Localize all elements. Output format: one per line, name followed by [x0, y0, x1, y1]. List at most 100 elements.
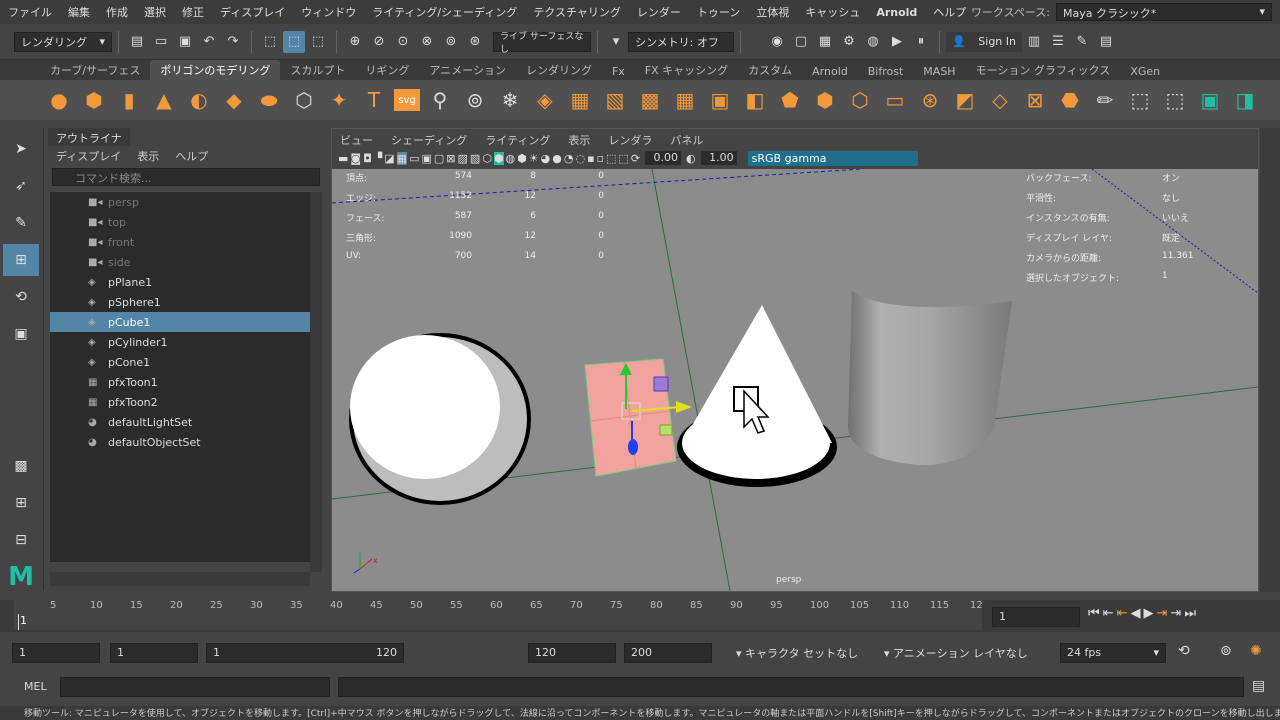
- color-management-dropdown[interactable]: sRGB gamma: [747, 150, 918, 166]
- outliner-item-pplane1[interactable]: ◈ pPlane1: [50, 272, 310, 292]
- sculpt-icon[interactable]: ⚲: [425, 85, 455, 115]
- multi-cut-icon[interactable]: ✏: [1090, 85, 1120, 115]
- poly-sphere-icon[interactable]: ●: [44, 85, 74, 115]
- outliner-vertical-scrollbar[interactable]: [310, 192, 322, 572]
- outliner-item-pcube1[interactable]: ◈ pCube1: [50, 312, 310, 332]
- mirror-icon[interactable]: ◧: [740, 85, 770, 115]
- bridge-icon[interactable]: ⬢: [810, 85, 840, 115]
- snowflake-icon[interactable]: ❄: [495, 85, 525, 115]
- tab-motion-graphics[interactable]: モーション グラフィックス: [966, 60, 1121, 80]
- grid-icon[interactable]: ▦: [396, 151, 408, 165]
- hypershade-icon[interactable]: ◍: [862, 31, 884, 53]
- tab-poly-modeling[interactable]: ポリゴンのモデリング: [150, 60, 281, 80]
- bevel-icon[interactable]: ⬡: [845, 85, 875, 115]
- exposure-icon[interactable]: ⟳: [631, 152, 640, 165]
- tab-rendering[interactable]: レンダリング: [516, 60, 602, 80]
- extrude-icon[interactable]: ⬟: [775, 85, 805, 115]
- textured-icon[interactable]: ⬢: [517, 152, 527, 165]
- antialias-icon[interactable]: ◌: [575, 152, 585, 165]
- step-forward-key-icon[interactable]: ⇥: [1170, 606, 1181, 621]
- menu-set-dropdown[interactable]: レンダリング ▾: [14, 31, 112, 52]
- outliner-item-defaultlightset[interactable]: ◕ defaultLightSet: [50, 412, 310, 432]
- edge-loop-icon[interactable]: ⬚: [1125, 85, 1155, 115]
- svg-icon[interactable]: svg: [394, 89, 420, 111]
- poly-torus-icon[interactable]: ◐: [184, 85, 214, 115]
- select-hierarchy-icon[interactable]: ⬚: [259, 31, 281, 53]
- outliner-horizontal-scrollbar[interactable]: [50, 572, 310, 586]
- paint-select-icon[interactable]: ✎: [3, 207, 39, 239]
- outliner-item-pcone1[interactable]: ◈ pCone1: [50, 352, 310, 372]
- outliner-item-side[interactable]: ■◂ side: [50, 252, 310, 272]
- arnold-render-icon[interactable]: ▶: [886, 31, 908, 53]
- viewport-3d[interactable]: x 頂点: 574 8 0 エッジ: 1152 12 0 フェース: 587 6…: [332, 169, 1258, 591]
- scale-tool-icon[interactable]: ▣: [3, 318, 39, 350]
- tab-custom[interactable]: カスタム: [738, 60, 802, 80]
- snap-live-icon[interactable]: ⊚: [440, 31, 462, 53]
- anim-prefs-icon[interactable]: ✺: [1250, 643, 1262, 659]
- outliner-menu-help[interactable]: ヘルプ: [175, 148, 208, 164]
- sign-in-button[interactable]: 👤 Sign In: [946, 31, 1022, 52]
- poly-plane-icon[interactable]: ◆: [219, 85, 249, 115]
- platonic-solid-icon[interactable]: ⬡: [289, 85, 319, 115]
- snap-point-icon[interactable]: ⊙: [392, 31, 414, 53]
- step-back-key-icon[interactable]: ⇤: [1103, 606, 1114, 621]
- layer-editor-icon[interactable]: ▤: [1095, 31, 1117, 53]
- outliner-item-persp[interactable]: ■◂ persp: [50, 192, 310, 212]
- outliner-item-pcylinder1[interactable]: ◈ pCylinder1: [50, 332, 310, 352]
- range-slider[interactable]: 1 120: [206, 643, 404, 663]
- right-side-tabs[interactable]: [1260, 128, 1280, 592]
- outliner-item-top[interactable]: ■◂ top: [50, 212, 310, 232]
- tab-curves-surfaces[interactable]: カーブ/サーフェス: [40, 60, 150, 80]
- smooth-icon[interactable]: ▦: [670, 85, 700, 115]
- single-perspective-icon[interactable]: ▩: [3, 450, 39, 482]
- duplicate-face-icon[interactable]: ⬣: [1055, 85, 1085, 115]
- loop-icon[interactable]: ⟲: [1178, 643, 1190, 659]
- safe-action-icon[interactable]: ▨: [458, 152, 468, 165]
- menu-select[interactable]: 選択: [136, 4, 174, 20]
- outliner-menu-show[interactable]: 表示: [137, 148, 159, 164]
- extract-icon[interactable]: ▧: [600, 85, 630, 115]
- attribute-editor-icon[interactable]: ☰: [1047, 31, 1069, 53]
- cmd-lang-label[interactable]: MEL: [24, 680, 47, 693]
- viewport-menu-lighting[interactable]: ライティング: [485, 132, 550, 147]
- tab-sculpting[interactable]: スカルプト: [280, 60, 355, 80]
- average-icon[interactable]: ▣: [705, 85, 735, 115]
- anim-start-field[interactable]: 1: [12, 643, 100, 663]
- menu-render[interactable]: レンダー: [629, 4, 689, 20]
- xray-icon[interactable]: ▫: [597, 152, 604, 165]
- tab-xgen[interactable]: XGen: [1120, 63, 1170, 80]
- viewport-menu-shading[interactable]: シェーディング: [391, 132, 467, 147]
- tab-animation[interactable]: アニメーション: [419, 60, 516, 80]
- time-ruler[interactable]: 1 5 10 15 20 25 30 35 40 45 50 55 60 65 …: [14, 600, 983, 630]
- lasso-tool-icon[interactable]: ➶: [3, 170, 39, 202]
- uv-layout-icon[interactable]: ◨: [1230, 85, 1260, 115]
- menu-window[interactable]: ウィンドウ: [293, 4, 364, 20]
- poly-disc-icon[interactable]: ⬬: [254, 85, 284, 115]
- boolean-icon[interactable]: ▩: [635, 85, 665, 115]
- bookmark2-icon[interactable]: ▝: [374, 152, 382, 165]
- redo-icon[interactable]: ↷: [222, 31, 244, 53]
- outliner-item-pfxtoon2[interactable]: ▦ pfxToon2: [50, 392, 310, 412]
- menu-cache[interactable]: キャッシュ: [797, 4, 868, 20]
- xray-joints-icon[interactable]: ⬚: [618, 152, 628, 165]
- poke-icon[interactable]: ⊠: [1020, 85, 1050, 115]
- outliner-menu-display[interactable]: ディスプレイ: [56, 148, 121, 164]
- poly-cylinder-icon[interactable]: ▮: [114, 85, 144, 115]
- play-backward-icon[interactable]: ◀: [1131, 606, 1141, 621]
- outliner-search-input[interactable]: コマンド検索...: [52, 168, 320, 186]
- menu-modify[interactable]: 修正: [174, 4, 212, 20]
- snap-grid-icon[interactable]: ⊕: [344, 31, 366, 53]
- type-icon[interactable]: T: [359, 85, 389, 115]
- select-object-icon[interactable]: ⬚: [283, 30, 305, 53]
- tab-fx-caching[interactable]: FX キャッシング: [635, 60, 738, 80]
- script-editor-icon[interactable]: ▤: [1252, 678, 1265, 694]
- film-gate-icon[interactable]: ▭: [409, 152, 419, 165]
- shadows-icon[interactable]: ◕: [541, 152, 551, 165]
- smooth-shade-icon[interactable]: ⬢: [493, 151, 504, 165]
- menu-create[interactable]: 作成: [98, 4, 136, 20]
- tab-fx[interactable]: Fx: [602, 63, 635, 80]
- live-surface-field[interactable]: ライブ サーフェスなし: [493, 31, 591, 55]
- open-scene-icon[interactable]: ▭: [150, 31, 172, 53]
- menu-help[interactable]: ヘルプ: [925, 4, 974, 20]
- step-back-frame-icon[interactable]: ⇤: [1117, 606, 1128, 621]
